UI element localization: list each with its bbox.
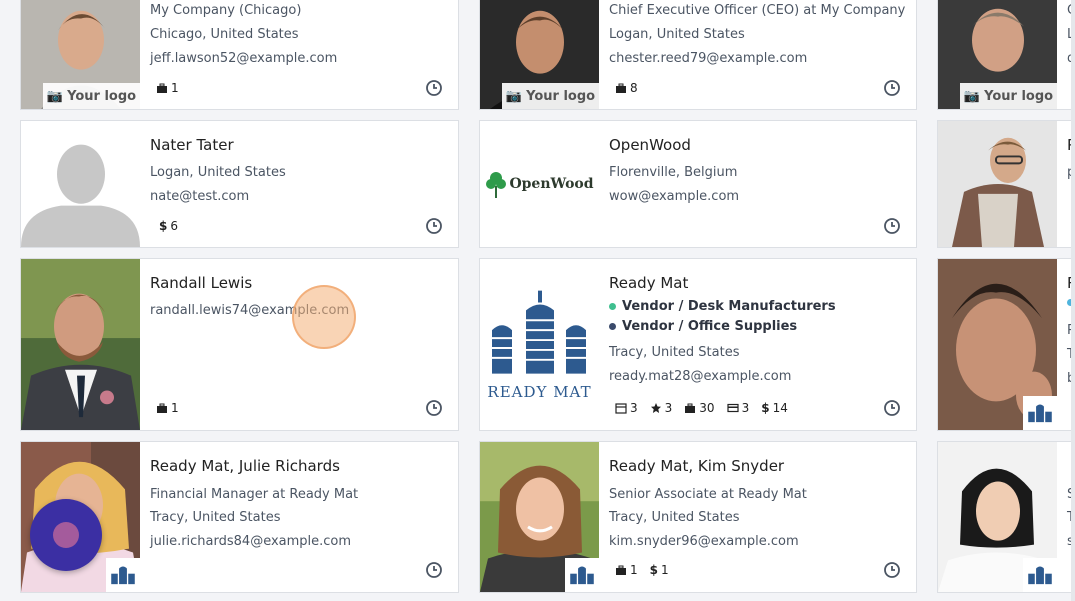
dollar-icon: $: [649, 563, 658, 577]
meetings-count[interactable]: 1: [156, 401, 179, 415]
scrollbar[interactable]: [1071, 0, 1075, 601]
tag-desk-manufacturers[interactable]: Vendor / Desk Manufacturers: [609, 299, 836, 314]
camera-icon: 📷: [46, 88, 64, 104]
contact-name[interactable]: Nater Tater: [150, 136, 234, 154]
calendar-count[interactable]: 3: [615, 401, 638, 415]
contact-location: Florenville, Belgium: [609, 165, 738, 180]
contact-name[interactable]: Ready Mat: [609, 274, 688, 292]
contact-company: My Company (Chicago): [150, 3, 302, 18]
contact-photo: 📷 Your logo: [938, 0, 1057, 109]
clock-icon[interactable]: [883, 217, 901, 235]
contact-name[interactable]: Ready Mat, Julie Richards: [150, 457, 340, 475]
contact-job-title: Financial Manager at Ready Mat: [150, 487, 359, 502]
contact-email: randall.lewis74@example.com: [150, 303, 350, 318]
sales-count[interactable]: $ 14: [761, 401, 788, 415]
contact-location: Logan, United States: [609, 27, 745, 42]
company-logo-openwood: OpenWood: [480, 121, 599, 247]
company-mini-logo: [106, 558, 140, 592]
meetings-count[interactable]: 30: [684, 401, 715, 415]
contact-photo: [21, 259, 140, 430]
company-logo-ready-mat: READY MAT: [480, 259, 599, 430]
clock-icon[interactable]: [425, 217, 443, 235]
contact-card-partial[interactable]: P p: [937, 120, 1075, 248]
star-icon: [650, 403, 661, 413]
meetings-count[interactable]: 8: [615, 81, 638, 95]
contact-card-chester-reed[interactable]: 📷 Your logo Chief Executive Officer (CEO…: [479, 0, 917, 110]
sales-count[interactable]: $ 6: [159, 219, 178, 233]
tree-icon: [486, 172, 507, 198]
contact-email: chester.reed79@example.com: [609, 51, 808, 66]
clock-icon[interactable]: [425, 79, 443, 97]
contact-location: Tracy, United States: [609, 510, 740, 525]
ready-mat-logo-text: READY MAT: [487, 383, 592, 401]
clock-icon[interactable]: [425, 561, 443, 579]
company-mini-logo: [1023, 396, 1057, 430]
contact-photo: [938, 442, 1057, 592]
contact-email: nate@test.com: [150, 189, 250, 204]
contact-email: jeff.lawson52@example.com: [150, 51, 338, 66]
company-mini-logo: [565, 558, 599, 592]
bills-count[interactable]: 3: [726, 401, 749, 415]
contact-photo: 📷 Your logo: [480, 0, 599, 109]
briefcase-icon: [616, 83, 626, 93]
contact-card-kim-snyder[interactable]: Ready Mat, Kim Snyder Senior Associate a…: [479, 441, 917, 593]
contact-location: Tracy, United States: [609, 345, 740, 360]
contact-photo: [938, 121, 1057, 247]
company-mini-logo: [1023, 558, 1057, 592]
dollar-icon: $: [159, 219, 168, 233]
contact-email: ready.mat28@example.com: [609, 369, 792, 384]
contact-job-title: Chief Executive Officer (CEO) at My Comp…: [609, 3, 906, 18]
contact-email: kim.snyder96@example.com: [609, 534, 799, 549]
floating-action-button[interactable]: [30, 499, 102, 571]
rating-count[interactable]: 3: [650, 401, 672, 415]
contact-location: Logan, United States: [150, 165, 286, 180]
contact-photo: [480, 442, 599, 592]
contact-location: Tracy, United States: [150, 510, 281, 525]
contact-card-ready-mat[interactable]: READY MAT Ready Mat Vendor / Desk Manufa…: [479, 258, 917, 431]
tag-office-supplies[interactable]: Vendor / Office Supplies: [609, 319, 797, 334]
briefcase-icon: [685, 403, 696, 413]
contact-name[interactable]: Randall Lewis: [150, 274, 252, 292]
calendar-icon: [615, 403, 627, 414]
contact-photo: 📷 Your logo: [21, 0, 140, 109]
contact-card-jeff-lawson[interactable]: 📷 Your logo My Company (Chicago) Chicago…: [20, 0, 459, 110]
clock-icon[interactable]: [883, 561, 901, 579]
briefcase-icon: [157, 83, 167, 93]
meetings-count[interactable]: 1: [615, 563, 638, 577]
contact-card-partial[interactable]: R P Tr b: [937, 258, 1075, 431]
meetings-count[interactable]: 1: [156, 81, 179, 95]
contact-email: julie.richards84@example.com: [150, 534, 352, 549]
your-logo-badge[interactable]: 📷 Your logo: [960, 83, 1057, 109]
briefcase-icon: [157, 403, 167, 413]
clock-icon[interactable]: [425, 399, 443, 417]
contact-location: Chicago, United States: [150, 27, 299, 42]
contact-job-title: Senior Associate at Ready Mat: [609, 487, 807, 502]
fab-dot-icon: [53, 522, 79, 548]
openwood-logo-text: OpenWood: [509, 176, 594, 192]
dollar-icon: $: [761, 401, 770, 415]
sales-count[interactable]: $ 1: [650, 563, 669, 577]
contact-card-randall-lewis[interactable]: Randall Lewis randall.lewis74@example.co…: [20, 258, 459, 431]
contact-card-partial[interactable]: S Tr sa: [937, 441, 1075, 593]
clock-icon[interactable]: [883, 399, 901, 417]
credit-card-icon: [726, 403, 739, 413]
contact-name[interactable]: OpenWood: [609, 136, 691, 154]
camera-icon: 📷: [505, 88, 523, 104]
contact-email: wow@example.com: [609, 189, 740, 204]
contact-card-openwood[interactable]: OpenWood OpenWood Florenville, Belgium w…: [479, 120, 917, 248]
your-logo-badge[interactable]: 📷 Your logo: [43, 83, 140, 109]
camera-icon: 📷: [963, 88, 981, 104]
your-logo-badge[interactable]: 📷 Your logo: [502, 83, 599, 109]
contact-photo-placeholder: [21, 121, 140, 247]
briefcase-icon: [616, 565, 626, 575]
contact-card-partial[interactable]: 📷 Your logo Chi Log de: [937, 0, 1075, 110]
clock-icon[interactable]: [883, 79, 901, 97]
contact-name[interactable]: Ready Mat, Kim Snyder: [609, 457, 784, 475]
contact-card-nater-tater[interactable]: Nater Tater Logan, United States nate@te…: [20, 120, 459, 248]
contact-photo: [938, 259, 1057, 430]
